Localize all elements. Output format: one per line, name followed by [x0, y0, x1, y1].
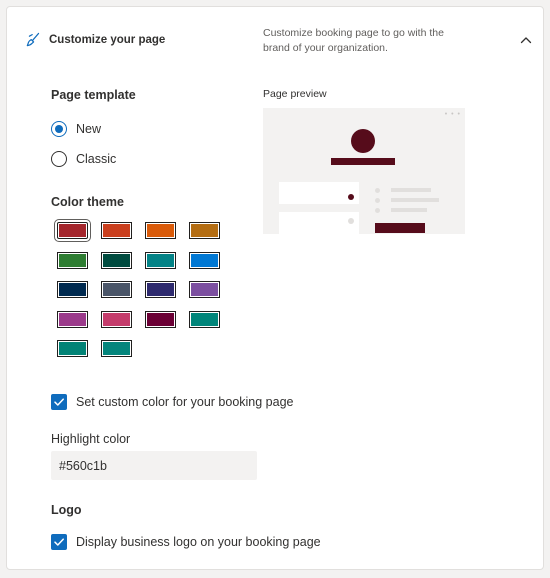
preview-card [279, 182, 359, 204]
preview-dot [375, 198, 380, 203]
checkmark-icon [54, 398, 64, 406]
preview-card [279, 212, 359, 234]
color-swatch[interactable] [57, 251, 88, 269]
paintbrush-icon [25, 32, 41, 48]
section-title: Customize your page [49, 34, 166, 46]
custom-color-checkbox[interactable]: Set custom color for your booking page [51, 394, 293, 410]
color-swatch[interactable] [189, 251, 220, 269]
radio-new-label: New [76, 122, 102, 136]
section-description: Customize booking page to go with the br… [263, 27, 444, 54]
preview-dot [375, 208, 380, 213]
custom-color-checkbox-box[interactable] [51, 394, 67, 410]
custom-color-label: Set custom color for your booking page [76, 395, 294, 409]
checkmark-icon [54, 538, 64, 546]
color-swatch[interactable] [101, 222, 132, 239]
preview-dot [348, 218, 354, 224]
highlight-color-label: Highlight color [51, 432, 131, 446]
color-swatch[interactable] [57, 310, 88, 328]
preview-title-bar [331, 158, 395, 165]
radio-classic-label: Classic [76, 152, 117, 166]
page-preview: • • • [263, 108, 465, 234]
highlight-color-input[interactable] [51, 451, 257, 480]
page-template-label: Page template [51, 88, 136, 102]
radio-new-indicator[interactable] [51, 121, 67, 137]
color-swatch[interactable] [57, 340, 88, 357]
radio-classic-indicator[interactable] [51, 151, 67, 167]
color-swatch[interactable] [145, 222, 176, 239]
preview-line [391, 208, 427, 212]
color-swatch[interactable] [54, 219, 91, 242]
color-swatch[interactable] [189, 281, 220, 298]
customize-page-card: Customize your page Customize booking pa… [6, 6, 544, 570]
preview-line [391, 198, 439, 202]
color-swatch[interactable] [101, 251, 132, 269]
color-swatch[interactable] [145, 281, 176, 298]
preview-dot [375, 188, 380, 193]
display-logo-checkbox-box[interactable] [51, 534, 67, 550]
preview-avatar [351, 129, 375, 153]
color-swatch[interactable] [101, 340, 132, 357]
color-swatch[interactable] [57, 281, 88, 298]
color-swatch[interactable] [101, 310, 132, 328]
color-theme-swatches [54, 219, 227, 362]
display-logo-label: Display business logo on your booking pa… [76, 535, 321, 549]
radio-new[interactable]: New [51, 121, 101, 137]
page-preview-label: Page preview [263, 88, 327, 100]
preview-line [391, 188, 431, 192]
color-swatch[interactable] [189, 222, 220, 239]
color-swatch[interactable] [145, 251, 176, 269]
preview-selected-dot [348, 194, 354, 200]
color-swatch[interactable] [101, 281, 132, 298]
logo-label: Logo [51, 503, 82, 517]
preview-button [375, 223, 425, 233]
color-theme-label: Color theme [51, 195, 124, 209]
radio-classic[interactable]: Classic [51, 151, 116, 167]
display-logo-checkbox[interactable]: Display business logo on your booking pa… [51, 534, 321, 550]
color-swatch[interactable] [145, 310, 176, 328]
preview-dots-icon: • • • [444, 111, 461, 118]
color-swatch[interactable] [189, 310, 220, 328]
chevron-up-icon[interactable] [517, 31, 535, 49]
